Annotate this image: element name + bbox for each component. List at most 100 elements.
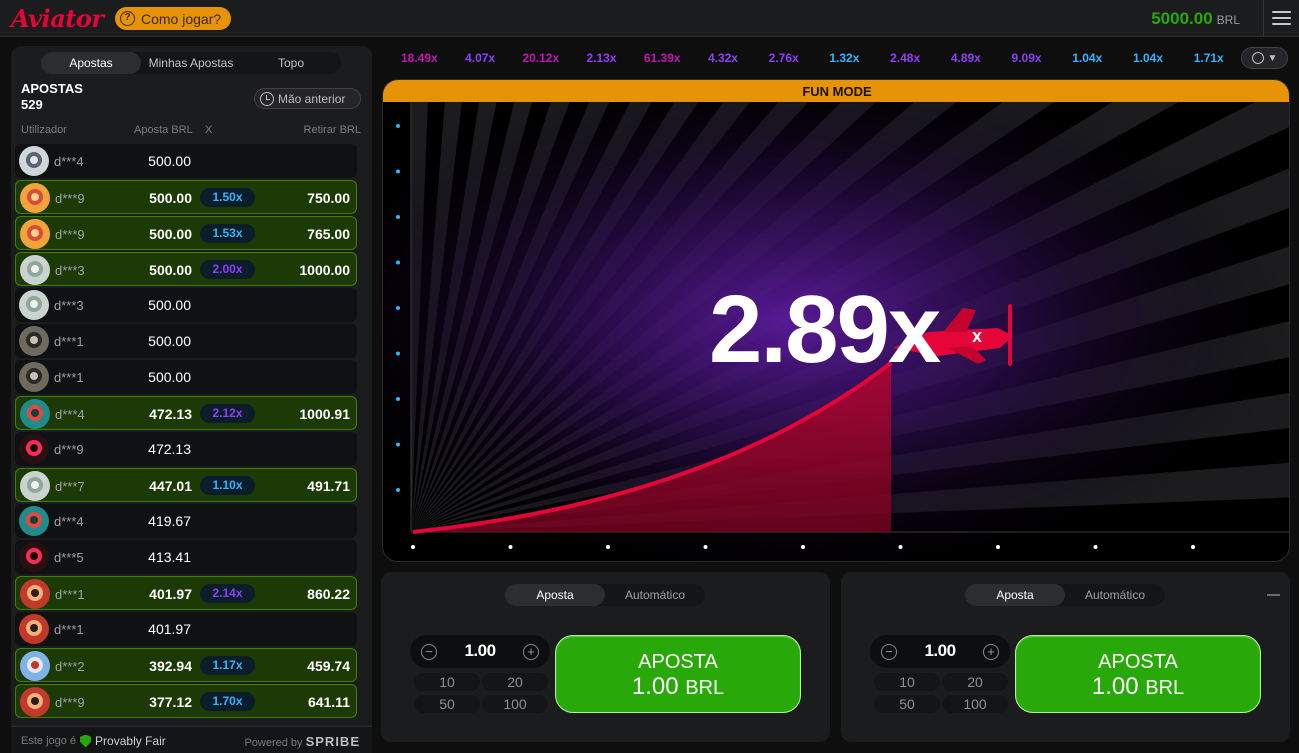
user-name: d***5	[54, 550, 84, 565]
user-avatar	[20, 687, 50, 717]
place-bet-button[interactable]: APOSTA 1.00 BRL	[555, 635, 801, 713]
svg-text:X: X	[972, 331, 982, 346]
history-multiplier[interactable]: 2.76x	[753, 47, 814, 69]
bet-row: d***9 377.12 1.70x 641.11	[15, 684, 357, 718]
bet-row: d***4 472.13 2.12x 1000.91	[15, 396, 357, 430]
user-avatar	[19, 542, 49, 572]
tab-bet[interactable]: Aposta	[505, 584, 605, 606]
multiplier-history: 18.49x 4.07x 20.12x 2.13x 61.39x 4.32x 2.76x 1.…	[389, 47, 1239, 69]
powered-by: Powered by SPRIBE	[244, 734, 360, 749]
y-axis-dot	[396, 397, 400, 401]
y-axis-dot	[396, 260, 400, 265]
bet-mode-tabs: Aposta Automático	[965, 584, 1165, 606]
sidebar-footer: Este jogo é Provably Fair Powered by SPR…	[11, 726, 372, 753]
history-multiplier[interactable]: 4.89x	[935, 47, 996, 69]
cashout-multiplier: 2.00x	[200, 260, 255, 279]
y-axis-dot	[396, 351, 400, 356]
place-bet-label: APOSTA	[1098, 651, 1178, 673]
bet-amount: 500.00	[148, 297, 191, 313]
history-icon	[260, 91, 274, 106]
quick-amount-button[interactable]: 20	[942, 673, 1008, 691]
place-bet-button[interactable]: APOSTA 1.00 BRL	[1015, 635, 1261, 713]
current-multiplier: 2.89x	[709, 276, 941, 383]
history-multiplier[interactable]: 4.32x	[693, 47, 754, 69]
tab-auto[interactable]: Automático	[605, 584, 705, 606]
history-multiplier[interactable]: 1.04x	[1118, 47, 1179, 69]
bet-row: d***1 500.00	[15, 324, 357, 358]
y-axis-dot	[396, 306, 400, 310]
user-avatar	[19, 362, 49, 392]
chevron-down-icon: ▼	[1267, 52, 1278, 64]
history-multiplier[interactable]: 2.13x	[571, 47, 632, 69]
user-name: d***7	[55, 479, 85, 494]
user-name: d***1	[54, 622, 84, 637]
cashout-multiplier: 2.14x	[200, 584, 255, 603]
increase-amount-button[interactable]: +	[523, 644, 539, 660]
previous-hand-button[interactable]: Mão anterior	[254, 88, 361, 109]
history-multiplier[interactable]: 20.12x	[510, 47, 571, 69]
column-bet: Aposta BRL	[134, 124, 193, 136]
previous-hand-label: Mão anterior	[278, 91, 346, 106]
how-to-play-button[interactable]: ? Como jogar?	[115, 7, 232, 30]
user-name: d***3	[54, 298, 84, 313]
cashout-amount: 1000.00	[299, 262, 350, 278]
tab-my-bets[interactable]: Minhas Apostas	[141, 52, 241, 74]
cashout-multiplier: 1.70x	[200, 692, 255, 711]
history-multiplier[interactable]: 1.71x	[1178, 47, 1239, 69]
remove-panel-icon[interactable]	[1267, 594, 1280, 596]
bet-amount: 500.00	[148, 333, 191, 349]
user-name: d***9	[55, 191, 85, 206]
cashout-multiplier: 1.50x	[200, 188, 255, 207]
provably-fair-link[interactable]: Este jogo é Provably Fair	[21, 734, 166, 748]
history-multiplier[interactable]: 1.04x	[1057, 47, 1118, 69]
quick-amount-button[interactable]: 100	[482, 695, 548, 713]
user-avatar	[20, 255, 50, 285]
quick-amount-button[interactable]: 100	[942, 695, 1008, 713]
user-avatar	[20, 471, 50, 501]
quick-amount-button[interactable]: 50	[874, 695, 940, 713]
user-name: d***1	[55, 587, 85, 602]
history-multiplier[interactable]: 4.07x	[450, 47, 511, 69]
user-avatar	[20, 183, 50, 213]
tab-auto[interactable]: Automático	[1065, 584, 1165, 606]
history-multiplier[interactable]: 2.48x	[875, 47, 936, 69]
increase-amount-button[interactable]: +	[983, 644, 999, 660]
bet-row: d***1 401.97 2.14x 860.22	[15, 576, 357, 610]
hamburger-menu-icon[interactable]	[1272, 11, 1291, 25]
history-multiplier[interactable]: 1.32x	[814, 47, 875, 69]
history-multiplier[interactable]: 61.39x	[632, 47, 693, 69]
tab-all-bets[interactable]: Apostas	[41, 52, 141, 74]
tab-bet[interactable]: Aposta	[965, 584, 1065, 606]
powered-by-label: Powered by	[244, 737, 303, 749]
how-to-play-label: Como jogar?	[141, 10, 222, 27]
bet-amount-stepper: − 1.00 +	[410, 635, 550, 668]
x-axis-dot	[606, 545, 610, 549]
bet-amount-input[interactable]: 1.00	[910, 641, 970, 661]
decrease-amount-button[interactable]: −	[421, 644, 437, 660]
bet-row: d***9 472.13	[15, 432, 357, 466]
quick-amount-button[interactable]: 50	[414, 695, 480, 713]
history-toggle-button[interactable]: ▼	[1241, 47, 1288, 69]
bets-panel: Apostas Minhas Apostas Topo APOSTAS 529 …	[11, 46, 372, 753]
quick-amount-button[interactable]: 10	[874, 673, 940, 691]
bet-amount-input[interactable]: 1.00	[450, 641, 510, 661]
cashout-amount: 1000.91	[299, 406, 350, 422]
user-avatar	[20, 579, 50, 609]
history-multiplier[interactable]: 18.49x	[389, 47, 450, 69]
bet-amount: 447.01	[149, 478, 192, 494]
user-avatar	[19, 326, 49, 356]
user-name: d***4	[55, 407, 85, 422]
cashout-multiplier: 1.17x	[200, 656, 255, 675]
quick-amount-button[interactable]: 20	[482, 673, 548, 691]
quick-amount-button[interactable]: 10	[414, 673, 480, 691]
decrease-amount-button[interactable]: −	[881, 644, 897, 660]
bets-count: 529	[21, 97, 43, 112]
bet-amount: 500.00	[148, 153, 191, 169]
tab-top[interactable]: Topo	[241, 52, 341, 74]
bet-row: d***4 419.67	[15, 504, 357, 538]
history-multiplier[interactable]: 9.09x	[996, 47, 1057, 69]
bets-counter: APOSTAS 529	[21, 81, 83, 113]
bet-row: d***7 447.01 1.10x 491.71	[15, 468, 357, 502]
bets-label: APOSTAS	[21, 81, 83, 96]
place-bet-amount: 1.00	[1091, 673, 1139, 700]
